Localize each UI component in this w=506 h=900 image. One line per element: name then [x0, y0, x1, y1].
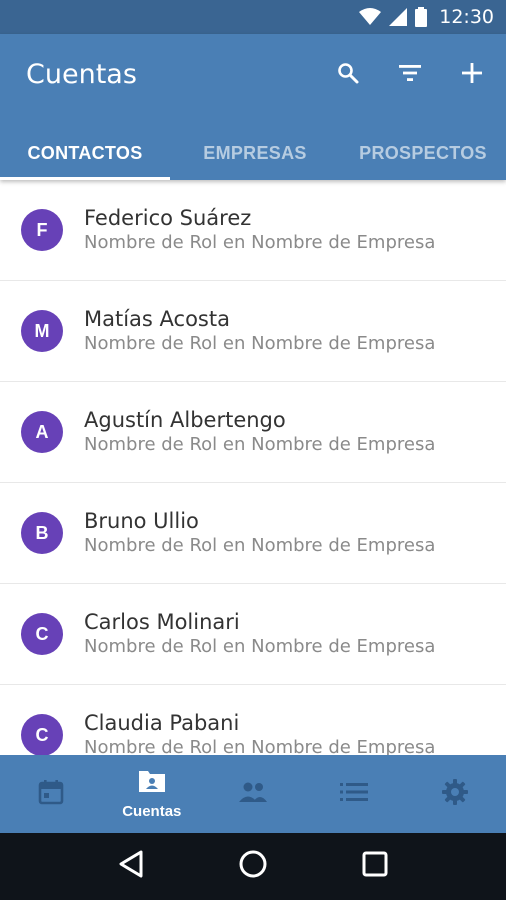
nav-people[interactable]: [202, 755, 303, 833]
tab-contactos[interactable]: CONTACTOS: [0, 126, 170, 180]
nav-label: Cuentas: [122, 803, 182, 820]
contact-list: F Federico Suárez Nombre de Rol en Nombr…: [0, 180, 506, 755]
list-item-text: Bruno Ullio Nombre de Rol en Nombre de E…: [84, 508, 435, 558]
contact-role: Nombre de Rol en Nombre de Empresa: [84, 232, 436, 253]
list-item-text: Claudia Pabani Nombre de Rol en Nombre d…: [84, 710, 435, 755]
bottom-navigation: Cuentas: [0, 755, 506, 833]
settings-icon: [441, 778, 469, 811]
add-icon: [461, 62, 483, 89]
list-item[interactable]: F Federico Suárez Nombre de Rol en Nombr…: [0, 180, 506, 281]
app-bar: Cuentas CONTACTOS EMPRESAS PROSPECTOS: [0, 34, 506, 180]
filter-icon: [398, 63, 422, 88]
contact-role: Nombre de Rol en Nombre de Empresa: [84, 737, 436, 755]
tab-empresas[interactable]: EMPRESAS: [170, 126, 340, 180]
search-icon: [336, 61, 360, 90]
contact-name: Matías Acosta: [84, 307, 230, 331]
nav-settings[interactable]: [405, 755, 506, 833]
contact-card-icon: [137, 768, 167, 799]
list-item[interactable]: C Claudia Pabani Nombre de Rol en Nombre…: [0, 685, 506, 755]
avatar: A: [21, 411, 63, 453]
contact-name: Claudia Pabani: [84, 711, 240, 735]
list-item[interactable]: A Agustín Albertengo Nombre de Rol en No…: [0, 382, 506, 483]
contact-name: Bruno Ullio: [84, 509, 199, 533]
contact-name: Carlos Molinari: [84, 610, 240, 634]
home-button[interactable]: [233, 847, 273, 887]
app-bar-actions: [332, 60, 488, 90]
contact-role: Nombre de Rol en Nombre de Empresa: [84, 434, 436, 455]
nav-list[interactable]: [304, 755, 405, 833]
list-icon: [340, 782, 369, 807]
recents-button[interactable]: [355, 847, 395, 887]
nav-cuentas[interactable]: Cuentas: [101, 755, 202, 833]
tab-prospectos[interactable]: PROSPECTOS: [340, 126, 506, 180]
nav-calendar[interactable]: [0, 755, 101, 833]
list-item[interactable]: B Bruno Ullio Nombre de Rol en Nombre de…: [0, 483, 506, 584]
cellular-signal-icon: [389, 8, 408, 26]
filter-button[interactable]: [394, 60, 426, 90]
list-item-text: Agustín Albertengo Nombre de Rol en Nomb…: [84, 407, 435, 457]
contact-role: Nombre de Rol en Nombre de Empresa: [84, 636, 436, 657]
list-item-text: Carlos Molinari Nombre de Rol en Nombre …: [84, 609, 435, 659]
avatar: C: [21, 714, 63, 755]
contact-role: Nombre de Rol en Nombre de Empresa: [84, 333, 436, 354]
wifi-icon: [359, 8, 382, 26]
page-title: Cuentas: [26, 59, 137, 90]
avatar: C: [21, 613, 63, 655]
system-navigation-bar: [0, 833, 506, 900]
list-item[interactable]: M Matías Acosta Nombre de Rol en Nombre …: [0, 281, 506, 382]
status-bar: 12:30: [0, 0, 506, 34]
avatar: F: [21, 209, 63, 251]
back-triangle-icon: [117, 849, 145, 884]
people-icon: [238, 781, 268, 808]
status-time: 12:30: [439, 6, 494, 28]
home-circle-icon: [238, 849, 268, 884]
avatar: M: [21, 310, 63, 352]
tab-bar: CONTACTOS EMPRESAS PROSPECTOS: [0, 126, 506, 180]
list-item-text: Matías Acosta Nombre de Rol en Nombre de…: [84, 306, 435, 356]
battery-icon: [415, 7, 428, 27]
recents-square-icon: [361, 850, 389, 883]
search-button[interactable]: [332, 60, 364, 90]
avatar: B: [21, 512, 63, 554]
contact-name: Agustín Albertengo: [84, 408, 286, 432]
back-button[interactable]: [111, 847, 151, 887]
add-button[interactable]: [456, 60, 488, 90]
contact-role: Nombre de Rol en Nombre de Empresa: [84, 535, 436, 556]
list-item[interactable]: C Carlos Molinari Nombre de Rol en Nombr…: [0, 584, 506, 685]
calendar-icon: [38, 779, 64, 810]
contact-name: Federico Suárez: [84, 206, 252, 230]
list-item-text: Federico Suárez Nombre de Rol en Nombre …: [84, 205, 435, 255]
